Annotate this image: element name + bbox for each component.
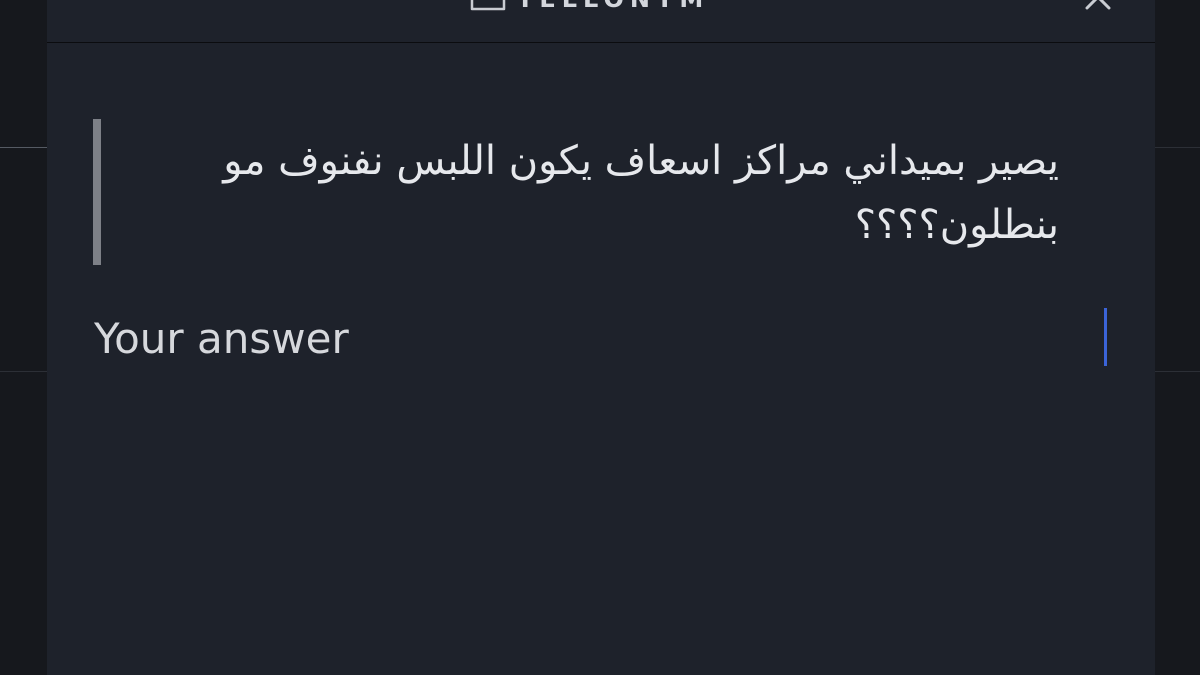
text-caret xyxy=(1104,308,1107,366)
backdrop-divider xyxy=(1155,147,1200,148)
close-button[interactable] xyxy=(1083,0,1119,12)
answer-area[interactable] xyxy=(94,300,1110,380)
backdrop-divider xyxy=(0,147,47,148)
backdrop-divider xyxy=(1155,371,1200,372)
question-text: يصير بميداني مراكز اسعاف يكون اللبس نفنو… xyxy=(223,138,1059,248)
brand: TELLONYM xyxy=(469,0,709,14)
answer-modal: TELLONYM يصير بميداني مراكز اسعاف يكون ا… xyxy=(47,0,1155,675)
backdrop-divider xyxy=(0,371,47,372)
tellonym-logo-icon xyxy=(469,0,507,13)
brand-name: TELLONYM xyxy=(517,0,709,13)
modal-header: TELLONYM xyxy=(47,0,1155,43)
answer-input[interactable] xyxy=(94,300,1054,376)
question-quote: يصير بميداني مراكز اسعاف يكون اللبس نفنو… xyxy=(93,119,1071,265)
close-icon xyxy=(1085,0,1111,10)
